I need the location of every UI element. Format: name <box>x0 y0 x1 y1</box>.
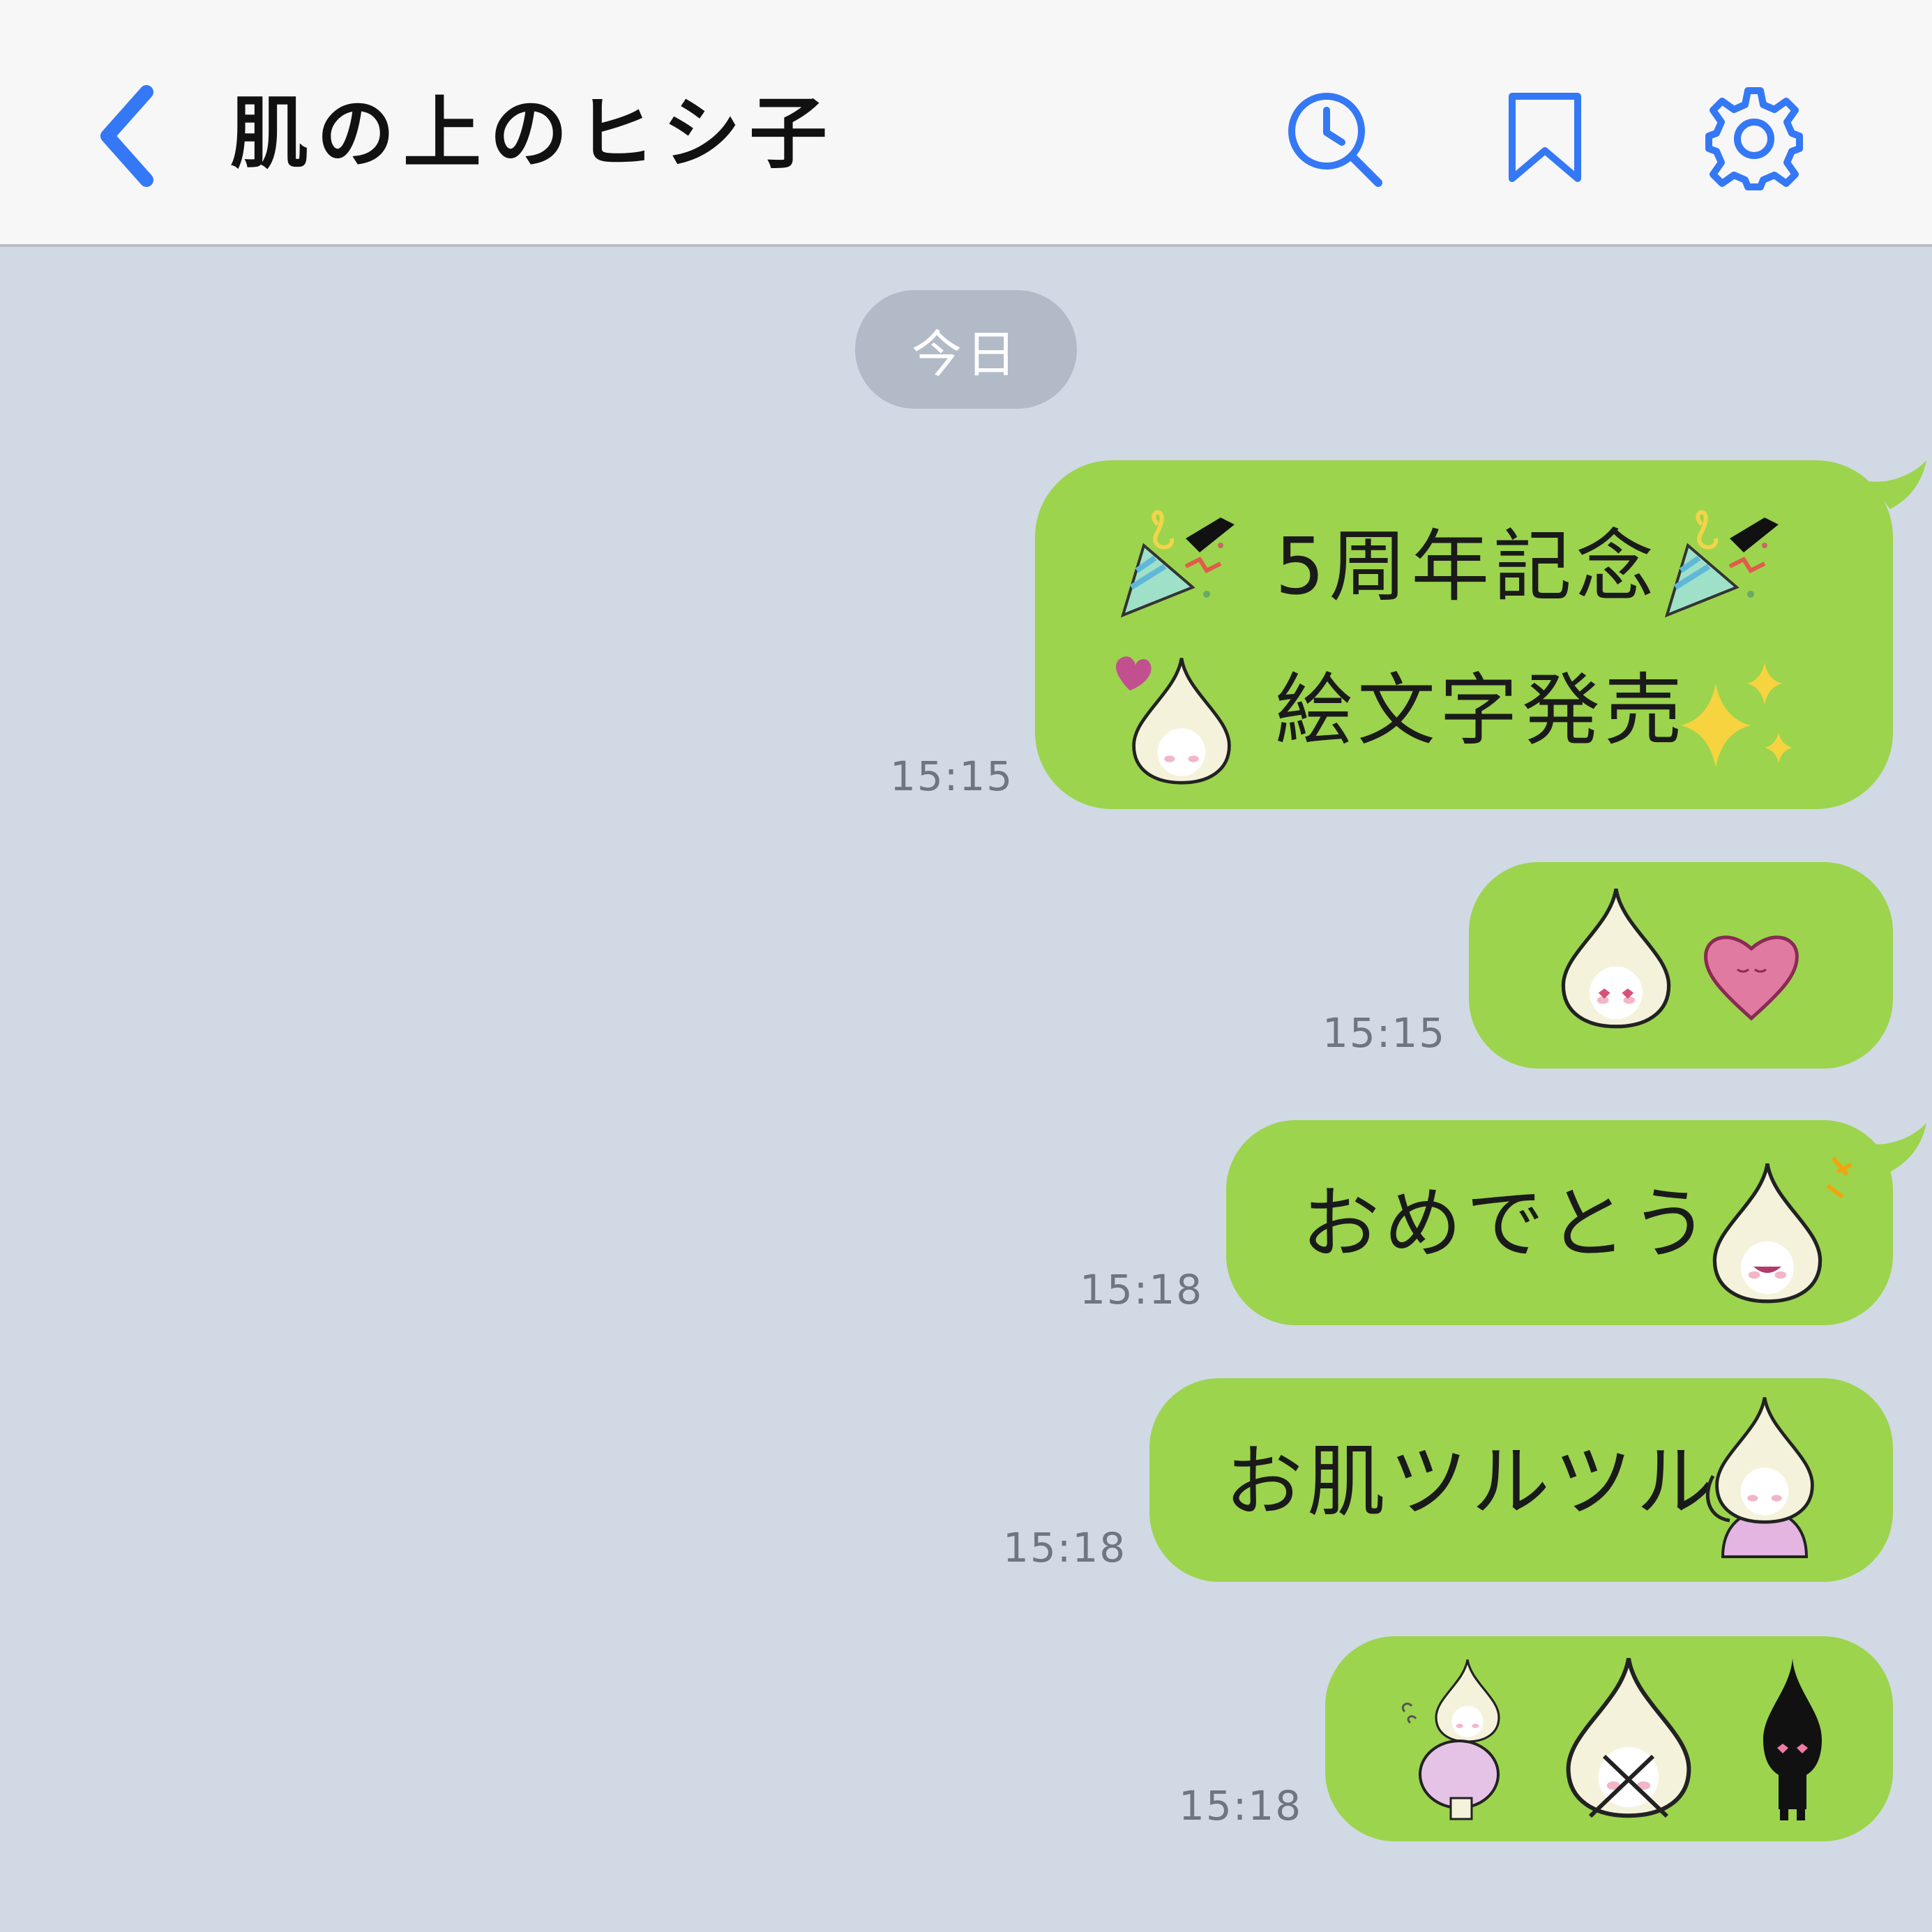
pregnant-drop-character-emoji <box>1401 1658 1500 1820</box>
chevron-left-icon[interactable] <box>91 84 160 188</box>
message-text: おめでとう <box>1301 1179 1713 1269</box>
sparkles-emoji <box>1681 663 1793 767</box>
message-text: 絵文字発売 <box>1275 665 1686 756</box>
drop-character-crossed-arms-emoji <box>1548 1652 1709 1819</box>
heart-drop-character-emoji <box>1115 649 1242 788</box>
message-time: 15:18 <box>1179 1782 1303 1829</box>
pink-heart-emoji <box>1704 935 1799 1021</box>
chat-title: 肌の上のヒシ子 <box>230 89 836 179</box>
message-time: 15:15 <box>890 753 1014 800</box>
chat-header: 肌の上のヒシ子 <box>0 0 1932 247</box>
message-bubble[interactable] <box>1469 862 1893 1069</box>
bubble-tail <box>1869 460 1926 509</box>
search-history-icon[interactable] <box>1283 88 1388 193</box>
drop-character-touching-cheek-emoji <box>1705 1392 1827 1558</box>
gear-icon[interactable] <box>1702 86 1806 191</box>
black-drop-character-emoji <box>1763 1659 1822 1820</box>
date-separator: 今日 <box>855 290 1077 409</box>
message-text: 5周年記念 <box>1275 522 1659 612</box>
bubble-tail <box>1869 1123 1926 1172</box>
laughing-drop-character-emoji <box>1705 1156 1852 1304</box>
message-time: 15:18 <box>1080 1266 1204 1313</box>
bookmark-icon[interactable] <box>1500 89 1590 187</box>
message-time: 15:15 <box>1322 1009 1447 1057</box>
heart-eyes-drop-character-emoji <box>1557 883 1675 1029</box>
message-time: 15:18 <box>1003 1524 1127 1571</box>
party-popper-emoji <box>1664 510 1779 618</box>
message-text: お肌ツルツル <box>1225 1437 1719 1527</box>
party-popper-emoji <box>1120 510 1235 618</box>
